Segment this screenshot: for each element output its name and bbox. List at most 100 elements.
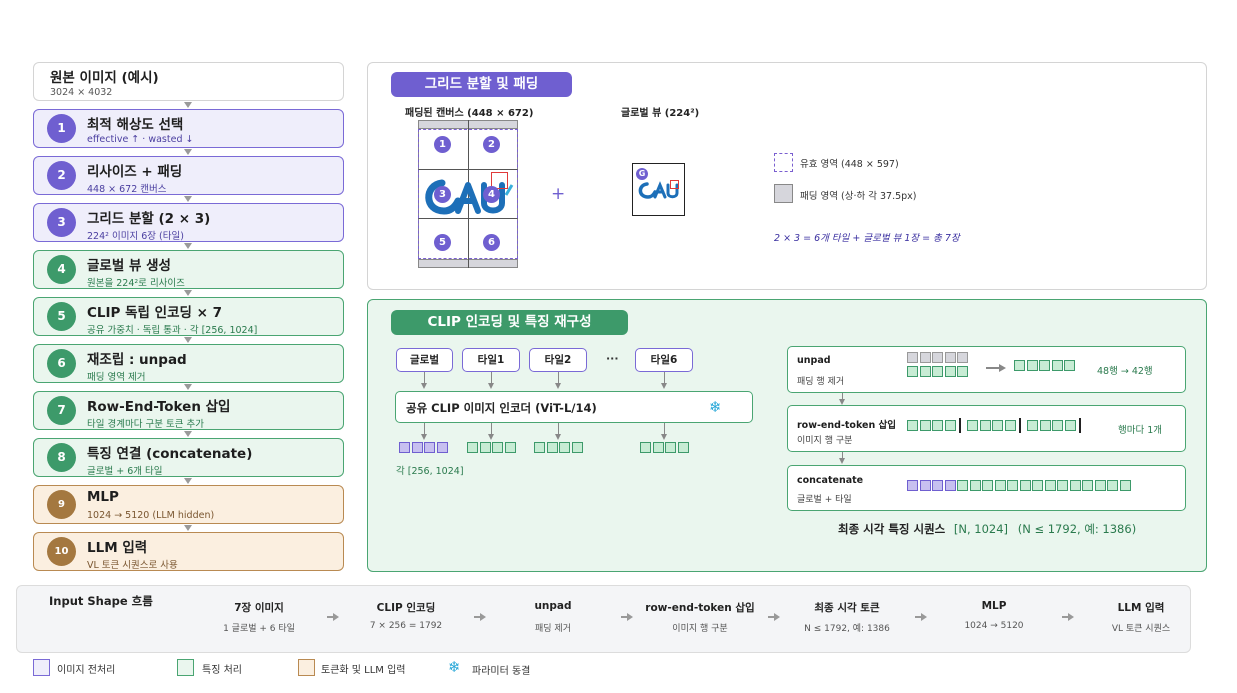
step-title: 특징 연결 (concatenate) — [87, 446, 253, 462]
flow-item-sub: VL 토큰 시퀀스 — [1111, 624, 1171, 634]
step-number: 6 — [47, 349, 76, 378]
input-tile1: 타일1 — [462, 348, 520, 372]
step-number: 2 — [47, 161, 76, 190]
valid-region-swatch — [774, 153, 793, 172]
step-sub: effective ↑ · wasted ↓ — [87, 134, 194, 145]
valid-region-label: 유효 영역 (448 × 597) — [800, 159, 899, 170]
legend-swatch-preprocessing — [33, 659, 50, 676]
flow-arrow-icon — [768, 613, 780, 621]
flow-item-title: 최종 시각 토큰 — [814, 602, 880, 614]
flow-item-title: 7장 이미지 — [234, 602, 284, 614]
flow-item-title: LLM 입력 — [1117, 602, 1165, 614]
step-title: 원본 이미지 (예시) — [50, 70, 159, 86]
legend-label-llm: 토큰화 및 LLM 입력 — [321, 665, 406, 676]
step-number: 3 — [47, 208, 76, 237]
flow-item-title: row-end-token 삽입 — [645, 602, 755, 614]
step-title: CLIP 독립 인코딩 × 7 — [87, 305, 223, 321]
flow-item-sub: 패딩 제거 — [535, 624, 571, 634]
concatenate-title: concatenate — [797, 475, 864, 486]
step-6: 6 재조립 : unpad 패딩 영역 제거 — [33, 344, 344, 383]
unpad-sub: 패딩 행 제거 — [797, 377, 845, 387]
final-sequence-caption: 최종 시각 특징 시퀀스 [N, 1024] (N ≤ 1792, 예: 138… — [838, 521, 1136, 537]
step-title: MLP — [87, 489, 119, 505]
flow-arrow-icon — [1062, 613, 1074, 621]
padded-canvas: 1 2 3 4 5 6 — [418, 120, 518, 268]
global-feature-tokens — [399, 442, 449, 453]
tile1-feature-tokens — [467, 442, 517, 453]
step-connector — [184, 102, 192, 108]
step-number: 4 — [47, 255, 76, 284]
clip-panel-title: CLIP 인코딩 및 특징 재구성 — [391, 310, 628, 335]
step-connector — [184, 196, 192, 202]
flow-item-sub: 7 × 256 = 1792 — [369, 621, 443, 631]
unpadded-rows — [1014, 360, 1077, 371]
global-view-box: G — [632, 163, 685, 216]
row-end-token-box: row-end-token 삽입 이미지 행 구분 행마다 1개 — [787, 405, 1186, 452]
legend-swatch-features — [177, 659, 194, 676]
final-sequence-shape: [N, 1024] — [953, 522, 1009, 536]
unpad-arrow-icon — [986, 367, 1000, 369]
step-2: 2 리사이즈 + 패딩 448 × 672 캔버스 — [33, 156, 344, 195]
flow-item-title: CLIP 인코딩 — [376, 602, 436, 614]
step-5: 5 CLIP 독립 인코딩 × 7 공유 가중치 · 독립 통과 · 각 [25… — [33, 297, 344, 336]
step-number: 7 — [47, 396, 76, 425]
input-tile2: 타일2 — [529, 348, 587, 372]
step-connector — [184, 337, 192, 343]
snowflake-icon: ❄ — [709, 398, 722, 416]
input-ellipsis: ··· — [606, 352, 619, 365]
flow-item-sub: 이미지 행 구분 — [672, 624, 728, 634]
flow-arrow-icon — [474, 613, 486, 621]
step-number: 8 — [47, 443, 76, 472]
step-number: 5 — [47, 302, 76, 331]
step-sub: 글로벌 + 6개 타일 — [87, 466, 163, 477]
step-connector — [184, 384, 192, 390]
step-title: 최적 해상도 선택 — [87, 117, 184, 133]
step-10: 10 LLM 입력 VL 토큰 시퀀스로 사용 — [33, 532, 344, 571]
valid-region — [418, 129, 518, 259]
step-sub: 공유 가중치 · 독립 통과 · 각 [256, 1024] — [87, 325, 258, 336]
step-connector — [184, 431, 192, 437]
global-view-label: 글로벌 뷰 (224²) — [621, 108, 700, 119]
step-title: Row-End-Token 삽입 — [87, 399, 231, 415]
step-title: 재조립 : unpad — [87, 352, 187, 368]
flow-item-sub: 1024 → 5120 — [964, 621, 1024, 631]
padding-region-swatch — [774, 184, 793, 203]
step-sub: 1024 → 5120 (LLM hidden) — [87, 510, 215, 521]
step-title: 글로벌 뷰 생성 — [87, 258, 171, 274]
step-title: 리사이즈 + 패딩 — [87, 164, 183, 180]
concatenate-sub: 글로벌 + 타일 — [797, 495, 852, 505]
concatenate-box: concatenate 글로벌 + 타일 — [787, 465, 1186, 511]
flow-item-sub: N ≤ 1792, 예: 1386 — [804, 624, 890, 634]
row-end-token-title: row-end-token 삽입 — [797, 420, 897, 431]
step-sub: 패딩 영역 제거 — [87, 372, 146, 383]
tile-number: 2 — [483, 136, 500, 153]
global-badge: G — [636, 168, 648, 180]
tile-number: 4 — [483, 186, 500, 203]
step-sub: 원본을 224²로 리사이즈 — [87, 278, 185, 289]
flow-arrow-icon — [915, 613, 927, 621]
step-number: 1 — [47, 114, 76, 143]
step-number: 9 — [47, 490, 76, 519]
input-tile6: 타일6 — [635, 348, 693, 372]
final-sequence-label: 최종 시각 특징 시퀀스 — [838, 522, 946, 536]
step-connector — [184, 149, 192, 155]
valid-rows — [907, 366, 970, 377]
flow-item-title: unpad — [534, 600, 572, 612]
tile-formula: 2 × 3 = 6개 타일 + 글로벌 뷰 1장 = 총 7장 — [774, 233, 960, 244]
legend-label-frozen: 파라미터 동결 — [472, 666, 531, 677]
row-tokens-with-separators — [907, 418, 1087, 433]
tile6-feature-tokens — [640, 442, 690, 453]
final-sequence-note: (N ≤ 1792, 예: 1386) — [1017, 522, 1137, 536]
padding-region-label: 패딩 영역 (상·하 각 37.5px) — [800, 191, 917, 202]
tile-number: 6 — [483, 234, 500, 251]
step-connector — [184, 243, 192, 249]
grid-panel-title: 그리드 분할 및 패딩 — [391, 72, 572, 97]
step-7: 7 Row-End-Token 삽입 타일 경계마다 구분 토큰 추가 — [33, 391, 344, 430]
flow-title: Input Shape 흐름 — [49, 594, 153, 608]
step-8: 8 특징 연결 (concatenate) 글로벌 + 6개 타일 — [33, 438, 344, 477]
step-title: LLM 입력 — [87, 540, 148, 556]
flow-item-title: MLP — [981, 600, 1007, 612]
step-sub: 타일 경계마다 구분 토큰 추가 — [87, 419, 204, 430]
step-title: 그리드 분할 (2 × 3) — [87, 211, 211, 227]
step-sub: 3024 × 4032 — [50, 87, 113, 98]
